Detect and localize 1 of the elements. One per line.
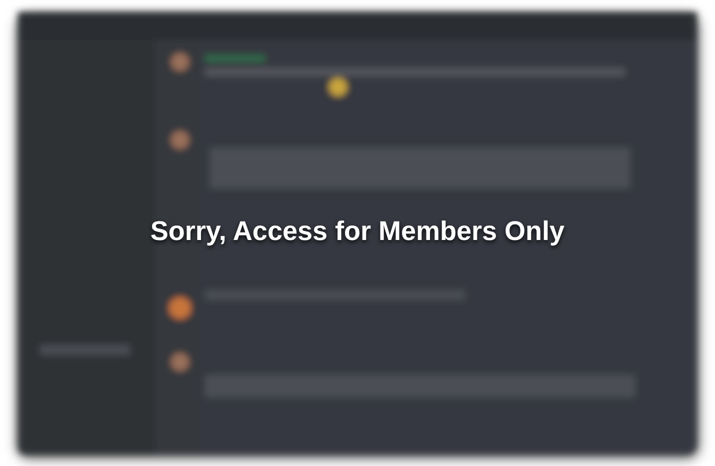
access-notice: Sorry, Access for Members Only	[150, 216, 565, 246]
